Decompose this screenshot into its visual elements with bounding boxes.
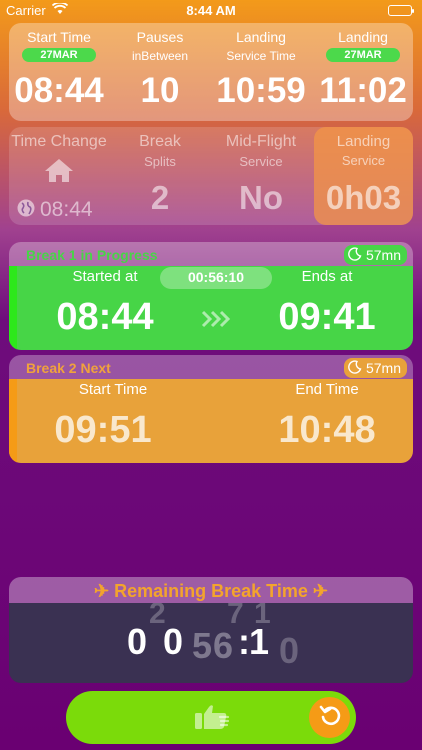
- break-1-duration-badge: 57mn: [343, 245, 407, 265]
- ghost-digit: 6: [213, 625, 234, 666]
- pauses-label: Pauses: [136, 29, 184, 45]
- landing-service-sub-label: Service Time: [226, 49, 296, 63]
- remaining-break-countdown: 2 7 1 0 0 5 6 : 1 0: [9, 603, 413, 683]
- break-1-header: Break 1 in Progress 57mn: [9, 242, 413, 268]
- landing-service-toggle-value: 0h03: [325, 179, 402, 216]
- break-splits-sub-label: Splits: [144, 154, 176, 169]
- break-splits-label: Break: [139, 133, 181, 150]
- landing-service-toggle-sub-label: Service: [341, 153, 386, 168]
- countdown-digit: 0: [127, 621, 148, 662]
- landing-label: Landing: [338, 29, 388, 45]
- reset-icon: [318, 703, 342, 732]
- thumbs-up-icon[interactable]: [194, 703, 230, 731]
- landing-service-time-column[interactable]: Landing Service Time 10:59: [211, 23, 311, 121]
- break-2-start-time: 09:51: [54, 409, 152, 451]
- mid-flight-service-column[interactable]: Mid-Flight Service No: [211, 127, 311, 225]
- break-2-title: Break 2 Next: [26, 360, 111, 376]
- time-change-column[interactable]: Time Change 08:44: [9, 127, 109, 225]
- ghost-digit: 0: [279, 630, 300, 671]
- countdown-digit: 1: [249, 621, 270, 662]
- status-bar: Carrier 8:44 AM: [0, 0, 422, 22]
- time-change-label: Time Change: [11, 133, 107, 150]
- landing-service-value: 10:59: [216, 71, 306, 110]
- battery-icon: [388, 5, 414, 16]
- pauses-sub-label: inBetween: [131, 49, 189, 63]
- landing-service-toggle[interactable]: Landing Service 0h03: [314, 127, 413, 225]
- landing-service-toggle-label: Landing: [336, 133, 391, 150]
- moon-icon: [348, 359, 362, 377]
- pauses-column[interactable]: Pauses inBetween 10: [111, 23, 209, 121]
- break-splits-column[interactable]: Break Splits 2: [111, 127, 209, 225]
- break-2-card[interactable]: Start Time End Time 09:51 10:48: [9, 379, 413, 463]
- settings-card: Time Change 08:44 Break Splits 2 Mid-Fli…: [9, 127, 413, 225]
- start-time-value: 08:44: [14, 71, 104, 110]
- countdown-digit: 0: [163, 621, 184, 662]
- start-date-badge: 27MAR: [22, 48, 96, 62]
- break-1-duration: 57mn: [365, 247, 401, 263]
- break-1-start-time: 08:44: [56, 296, 154, 338]
- bottom-action-bar: [66, 691, 356, 744]
- break-2-start-label: Start Time: [78, 381, 148, 398]
- reset-button[interactable]: [309, 697, 350, 738]
- mid-flight-sub-label: Service: [239, 154, 283, 169]
- break-2-duration-badge: 57mn: [343, 358, 407, 378]
- break-2-end-label: End Time: [295, 381, 359, 398]
- landing-column[interactable]: Landing 27MAR 11:02: [313, 23, 413, 121]
- landing-date-badge: 27MAR: [326, 48, 400, 62]
- landing-value: 11:02: [319, 71, 407, 110]
- mid-flight-value: No: [239, 179, 283, 216]
- break-2-header: Break 2 Next 57mn: [9, 355, 413, 381]
- house-icon: [9, 157, 109, 188]
- break-2-duration: 57mn: [365, 360, 401, 376]
- chevrons-right-icon: [201, 310, 233, 333]
- break-splits-value: 2: [150, 179, 170, 216]
- globe-icon: [17, 199, 35, 222]
- status-time: 8:44 AM: [186, 3, 236, 18]
- time-change-value: 08:44: [40, 198, 93, 221]
- mid-flight-label: Mid-Flight: [225, 133, 297, 150]
- break-1-end-time: 09:41: [278, 296, 376, 338]
- break-1-title: Break 1 in Progress: [26, 247, 158, 263]
- flight-summary-card: Start Time 27MAR 08:44 Pauses inBetween …: [9, 23, 413, 121]
- break-1-progress-strip: [9, 266, 17, 350]
- break-2-strip: [9, 379, 17, 463]
- pauses-value: 10: [140, 71, 180, 110]
- start-time-label: Start Time: [27, 29, 91, 45]
- break-1-card[interactable]: Started at 00:56:10 Ends at 08:44 09:41: [9, 266, 413, 350]
- moon-icon: [348, 246, 362, 264]
- remaining-break-header: ✈ Remaining Break Time ✈: [9, 577, 413, 605]
- landing-service-label: Landing: [236, 29, 286, 45]
- break-2-end-time: 10:48: [278, 409, 376, 451]
- ghost-digit: 5: [192, 625, 213, 666]
- start-time-column[interactable]: Start Time 27MAR 08:44: [9, 23, 109, 121]
- break-1-ends-label: Ends at: [301, 268, 353, 285]
